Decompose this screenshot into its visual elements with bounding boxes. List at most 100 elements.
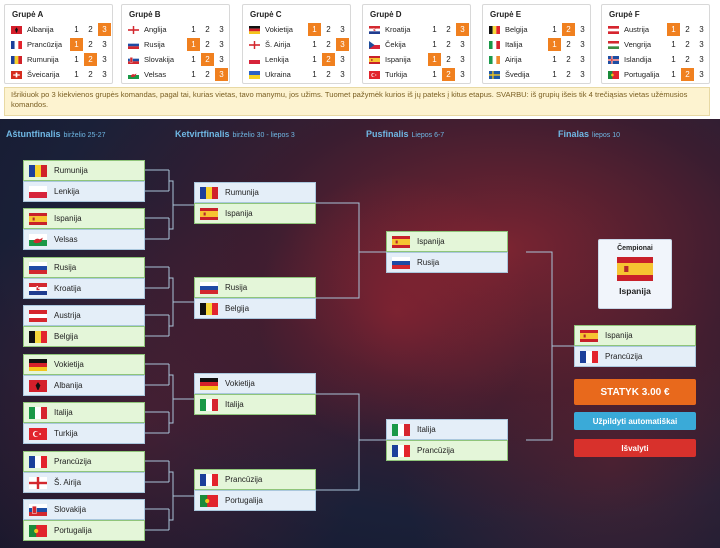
position-2-button[interactable]: 2 — [84, 68, 97, 81]
position-2-button[interactable]: 2 — [681, 23, 694, 36]
position-1-button[interactable]: 1 — [187, 23, 200, 36]
r16-team-slot[interactable]: Albanija — [23, 375, 145, 396]
r16-team-slot[interactable]: Turkija — [23, 423, 145, 444]
qf-team-slot[interactable]: Portugalija — [194, 490, 316, 511]
r16-team-slot[interactable]: Italija — [23, 402, 145, 423]
position-2-button[interactable]: 2 — [322, 23, 335, 36]
qf-team-slot[interactable]: Prancūzija — [194, 469, 316, 490]
final-team-slot[interactable]: Prancūzija — [574, 346, 696, 367]
position-3-button[interactable]: 3 — [576, 68, 589, 81]
position-3-button[interactable]: 3 — [215, 68, 228, 81]
position-3-button[interactable]: 3 — [695, 38, 708, 51]
position-2-button[interactable]: 2 — [442, 68, 455, 81]
qf-team-slot[interactable]: Rusija — [194, 277, 316, 298]
position-2-button[interactable]: 2 — [201, 68, 214, 81]
position-2-button[interactable]: 2 — [84, 53, 97, 66]
position-1-button[interactable]: 1 — [70, 53, 83, 66]
position-2-button[interactable]: 2 — [562, 53, 575, 66]
qf-team-slot[interactable]: Ispanija — [194, 203, 316, 224]
position-1-button[interactable]: 1 — [667, 53, 680, 66]
position-3-button[interactable]: 3 — [215, 38, 228, 51]
position-3-button[interactable]: 3 — [98, 23, 111, 36]
position-2-button[interactable]: 2 — [681, 38, 694, 51]
position-3-button[interactable]: 3 — [215, 23, 228, 36]
position-1-button[interactable]: 1 — [187, 68, 200, 81]
position-1-button[interactable]: 1 — [187, 38, 200, 51]
position-1-button[interactable]: 1 — [308, 53, 321, 66]
position-2-button[interactable]: 2 — [442, 23, 455, 36]
position-2-button[interactable]: 2 — [681, 53, 694, 66]
position-2-button[interactable]: 2 — [442, 53, 455, 66]
position-3-button[interactable]: 3 — [336, 23, 349, 36]
position-2-button[interactable]: 2 — [84, 23, 97, 36]
position-1-button[interactable]: 1 — [308, 68, 321, 81]
r16-team-slot[interactable]: Š. Airija — [23, 472, 145, 493]
qf-team-slot[interactable]: Italija — [194, 394, 316, 415]
position-3-button[interactable]: 3 — [695, 68, 708, 81]
position-3-button[interactable]: 3 — [336, 53, 349, 66]
position-1-button[interactable]: 1 — [70, 38, 83, 51]
position-3-button[interactable]: 3 — [695, 23, 708, 36]
position-3-button[interactable]: 3 — [456, 38, 469, 51]
position-1-button[interactable]: 1 — [70, 68, 83, 81]
position-1-button[interactable]: 1 — [667, 23, 680, 36]
position-2-button[interactable]: 2 — [201, 38, 214, 51]
r16-team-slot[interactable]: Kroatija — [23, 278, 145, 299]
position-2-button[interactable]: 2 — [201, 23, 214, 36]
position-3-button[interactable]: 3 — [98, 38, 111, 51]
position-2-button[interactable]: 2 — [562, 23, 575, 36]
position-3-button[interactable]: 3 — [98, 53, 111, 66]
position-3-button[interactable]: 3 — [576, 53, 589, 66]
position-3-button[interactable]: 3 — [456, 23, 469, 36]
position-1-button[interactable]: 1 — [428, 53, 441, 66]
r16-team-slot[interactable]: Prancūzija — [23, 451, 145, 472]
clear-button[interactable]: Išvalyti — [574, 439, 696, 457]
position-1-button[interactable]: 1 — [548, 53, 561, 66]
autofill-button[interactable]: Užpildyti automatiškai — [574, 412, 696, 430]
r16-team-slot[interactable]: Austrija — [23, 305, 145, 326]
qf-team-slot[interactable]: Belgija — [194, 298, 316, 319]
position-1-button[interactable]: 1 — [308, 38, 321, 51]
position-1-button[interactable]: 1 — [548, 38, 561, 51]
r16-team-slot[interactable]: Rusija — [23, 257, 145, 278]
position-3-button[interactable]: 3 — [695, 53, 708, 66]
position-3-button[interactable]: 3 — [215, 53, 228, 66]
position-3-button[interactable]: 3 — [336, 68, 349, 81]
sf-team-slot[interactable]: Italija — [386, 419, 508, 440]
position-2-button[interactable]: 2 — [322, 38, 335, 51]
position-2-button[interactable]: 2 — [322, 68, 335, 81]
r16-team-slot[interactable]: Lenkija — [23, 181, 145, 202]
position-2-button[interactable]: 2 — [322, 53, 335, 66]
position-2-button[interactable]: 2 — [201, 53, 214, 66]
r16-team-slot[interactable]: Velsas — [23, 229, 145, 250]
qf-team-slot[interactable]: Vokietija — [194, 373, 316, 394]
position-1-button[interactable]: 1 — [70, 23, 83, 36]
position-1-button[interactable]: 1 — [428, 68, 441, 81]
r16-team-slot[interactable]: Rumunija — [23, 160, 145, 181]
position-3-button[interactable]: 3 — [576, 38, 589, 51]
bet-button[interactable]: STATYK 3.00 € — [574, 379, 696, 405]
sf-team-slot[interactable]: Rusija — [386, 252, 508, 273]
position-1-button[interactable]: 1 — [548, 23, 561, 36]
r16-team-slot[interactable]: Portugalija — [23, 520, 145, 541]
sf-team-slot[interactable]: Ispanija — [386, 231, 508, 252]
position-1-button[interactable]: 1 — [667, 38, 680, 51]
position-3-button[interactable]: 3 — [456, 53, 469, 66]
r16-team-slot[interactable]: Slovakija — [23, 499, 145, 520]
position-1-button[interactable]: 1 — [667, 68, 680, 81]
position-1-button[interactable]: 1 — [428, 38, 441, 51]
position-2-button[interactable]: 2 — [442, 38, 455, 51]
position-3-button[interactable]: 3 — [576, 23, 589, 36]
position-1-button[interactable]: 1 — [187, 53, 200, 66]
position-2-button[interactable]: 2 — [562, 68, 575, 81]
position-3-button[interactable]: 3 — [336, 38, 349, 51]
r16-team-slot[interactable]: Vokietija — [23, 354, 145, 375]
sf-team-slot[interactable]: Prancūzija — [386, 440, 508, 461]
qf-team-slot[interactable]: Rumunija — [194, 182, 316, 203]
r16-team-slot[interactable]: Ispanija — [23, 208, 145, 229]
position-3-button[interactable]: 3 — [456, 68, 469, 81]
position-1-button[interactable]: 1 — [308, 23, 321, 36]
position-2-button[interactable]: 2 — [562, 38, 575, 51]
r16-team-slot[interactable]: Belgija — [23, 326, 145, 347]
final-team-slot[interactable]: Ispanija — [574, 325, 696, 346]
